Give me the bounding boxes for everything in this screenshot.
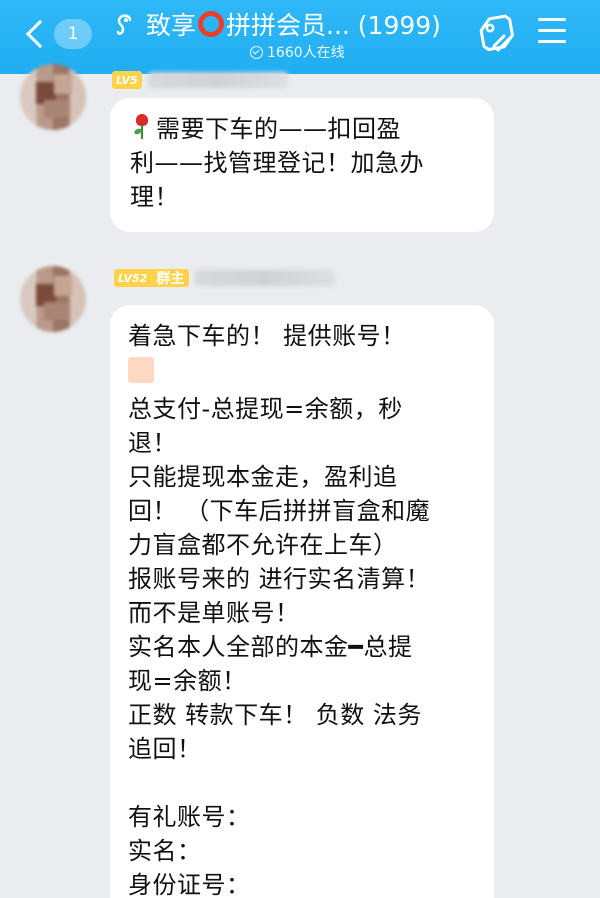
message-line: 报账号来的 进行实名清算！ xyxy=(128,565,431,593)
sender-name-blurred xyxy=(147,72,288,88)
sender-name-blurred xyxy=(195,270,336,286)
owner-badge: 群主 xyxy=(151,269,190,287)
message-line: 总支付-总提现=余额，秒 xyxy=(128,395,403,423)
message-line: 着急下车的！ 提供账号！ xyxy=(128,322,406,350)
ear-icon[interactable] xyxy=(114,10,136,40)
message-line: 正数 转款下车！ 负数 法务 xyxy=(128,701,422,729)
chevron-left-icon xyxy=(25,19,55,49)
group-title-prefix: 致享 xyxy=(146,11,197,40)
message-line: 追回！ xyxy=(128,735,202,763)
message-line: 实名本人全部的本金━总提 xyxy=(128,633,413,661)
online-check-icon xyxy=(250,45,263,59)
message-line: 只能提现本金走，盈利追 xyxy=(128,463,398,491)
red-circle-icon xyxy=(198,11,225,37)
message-bubble[interactable]: 着急下车的！ 提供账号！ 总支付-总提现=余额，秒 退！ 只能提现本金走，盈利追… xyxy=(110,305,494,898)
message-bubble[interactable]: 需要下车的——扣回盈 利——找管理登记！加急办 理！ xyxy=(110,98,494,232)
chat-header: 1 致享 拼拼会员... (1999) 1660人在线 xyxy=(0,0,600,74)
message-line: 退！ xyxy=(128,429,177,457)
message-line: 回！ （下车后拼拼盲盒和魔 xyxy=(128,497,431,525)
message-line: 理！ xyxy=(130,183,179,211)
level-badge: LV5 xyxy=(112,71,142,89)
online-count-text: 1660人在线 xyxy=(267,45,345,61)
online-count: 1660人在线 xyxy=(250,42,345,62)
message-line: 需要下车的——扣回盈 xyxy=(130,112,476,146)
message-line: 而不是单账号！ xyxy=(128,599,300,627)
message-text: 需要下车的——扣回盈 xyxy=(156,115,401,143)
sender-name-row: LV52 群主 xyxy=(114,266,336,290)
message-line: 力盲盒都不允许在上车） xyxy=(128,531,398,559)
message-line: 实名： xyxy=(128,837,202,865)
emoji-placeholder-icon xyxy=(128,357,154,383)
message-line xyxy=(128,353,476,392)
tag-icon[interactable] xyxy=(474,12,518,56)
message-line: 现=余额！ xyxy=(128,667,247,695)
menu-icon[interactable] xyxy=(538,18,568,46)
group-title[interactable]: 致享 拼拼会员... (1999) xyxy=(146,6,441,42)
sender-avatar[interactable] xyxy=(20,64,86,130)
rose-icon xyxy=(130,113,154,141)
message-line: 利——找管理登记！加急办 xyxy=(130,149,424,177)
sender-name-row: LV5 xyxy=(112,68,288,92)
message-line: 身份证号： xyxy=(128,871,251,898)
sender-avatar[interactable] xyxy=(20,266,86,332)
unread-count-badge: 1 xyxy=(54,19,92,49)
back-button[interactable]: 1 xyxy=(18,12,98,56)
message-line: 有礼账号： xyxy=(128,803,251,831)
group-title-suffix: 拼拼会员... (1999) xyxy=(226,11,441,40)
level-badge: LV52 xyxy=(114,269,152,287)
